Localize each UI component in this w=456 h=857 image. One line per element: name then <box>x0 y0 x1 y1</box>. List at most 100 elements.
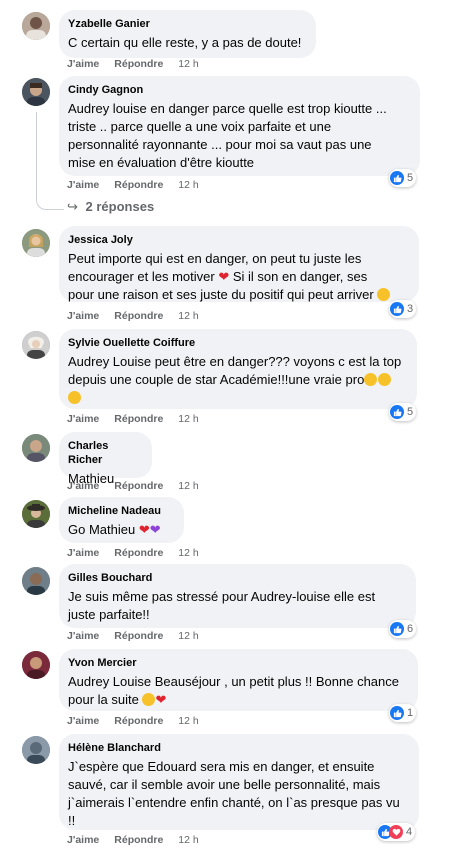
reply-link[interactable]: Répondre <box>114 714 163 728</box>
like-reaction-icon <box>390 706 404 720</box>
comment-timestamp[interactable]: 12 h <box>178 546 198 560</box>
comment-text: C certain qu elle reste, y a pas de dout… <box>68 35 302 50</box>
reply-arrow-icon: ↪ <box>67 199 78 214</box>
comment-text: Peut importe qui est en danger, on peut … <box>68 250 410 304</box>
replies-count-label: 2 réponses <box>85 199 155 214</box>
comment-bubble: Sylvie Ouellette Coiffure Audrey Louise … <box>59 329 417 409</box>
red-heart-emoji: ❤ <box>155 692 167 707</box>
comment-actions: J'aime Répondre 12 h <box>67 412 199 426</box>
star-struck-emoji <box>377 288 391 301</box>
comment-actions: J'aime Répondre 12 h <box>67 309 199 323</box>
reply-link[interactable]: Répondre <box>114 479 163 493</box>
reply-link[interactable]: Répondre <box>114 546 163 560</box>
reply-link[interactable]: Répondre <box>114 178 163 192</box>
comment-author[interactable]: Yzabelle Ganier <box>68 17 307 31</box>
comment-text: Audrey Louise peut être en danger??? voy… <box>68 353 408 407</box>
star-struck-emoji <box>378 373 392 386</box>
avatar[interactable] <box>22 736 50 764</box>
comment-text: J`espère que Edouard sera mis en danger,… <box>68 759 400 828</box>
wink-emoji <box>142 693 156 706</box>
reaction-count: 5 <box>407 172 414 184</box>
reaction-summary[interactable]: 4 <box>377 823 416 841</box>
reaction-summary[interactable]: 3 <box>389 300 417 318</box>
comment-author[interactable]: Sylvie Ouellette Coiffure <box>68 336 408 350</box>
like-reaction-icon <box>390 622 404 636</box>
reply-link[interactable]: Répondre <box>114 629 163 643</box>
comment-timestamp[interactable]: 12 h <box>178 714 198 728</box>
avatar[interactable] <box>22 567 50 595</box>
red-heart-emoji: ❤ <box>138 522 150 537</box>
comment-text: Audrey Louise Beauséjour , un petit plus… <box>68 674 399 707</box>
comment-actions: J'aime Répondre 12 h <box>67 57 199 71</box>
love-reaction-icon <box>389 825 403 839</box>
avatar[interactable] <box>22 331 50 359</box>
comment-bubble: Gilles Bouchard Je suis même pas stressé… <box>59 564 416 628</box>
comment-actions: J'aime Répondre 12 h <box>67 833 199 847</box>
comment-bubble: Yzabelle Ganier C certain qu elle reste,… <box>59 10 316 58</box>
comment-timestamp[interactable]: 12 h <box>178 57 198 71</box>
like-reaction-icon <box>390 405 404 419</box>
comment-timestamp[interactable]: 12 h <box>178 178 198 192</box>
avatar[interactable] <box>22 78 50 106</box>
comment-timestamp[interactable]: 12 h <box>178 629 198 643</box>
comment-bubble: Jessica Joly Peut importe qui est en dan… <box>59 226 419 302</box>
comment-bubble: Cindy Gagnon Audrey louise en danger par… <box>59 76 420 176</box>
reply-link[interactable]: Répondre <box>114 833 163 847</box>
comment-bubble: Hélène Blanchard J`espère que Edouard se… <box>59 734 419 830</box>
like-link[interactable]: J'aime <box>67 629 99 643</box>
comment-bubble: Yvon Mercier Audrey Louise Beauséjour , … <box>59 649 418 711</box>
like-link[interactable]: J'aime <box>67 412 99 426</box>
comment-bubble: Charles Richer Mathieu <box>59 432 152 486</box>
reaction-summary[interactable]: 1 <box>389 704 417 722</box>
avatar[interactable] <box>22 500 50 528</box>
avatar[interactable] <box>22 434 50 462</box>
avatar[interactable] <box>22 12 50 40</box>
comment-timestamp[interactable]: 12 h <box>178 833 198 847</box>
reply-link[interactable]: Répondre <box>114 412 163 426</box>
comment-actions: J'aime Répondre 12 h <box>67 714 199 728</box>
like-reaction-icon <box>390 171 404 185</box>
reaction-count: 1 <box>407 707 414 719</box>
reaction-summary[interactable]: 5 <box>389 169 417 187</box>
avatar[interactable] <box>22 651 50 679</box>
like-reaction-icon <box>390 302 404 316</box>
purple-heart-emoji: ❤ <box>149 522 161 537</box>
comment-author[interactable]: Hélène Blanchard <box>68 741 410 755</box>
comment-author[interactable]: Charles Richer <box>68 439 143 467</box>
comment-text: Je suis même pas stressé pour Audrey-lou… <box>68 589 376 622</box>
comment-author[interactable]: Yvon Mercier <box>68 656 409 670</box>
comment-actions: J'aime Répondre 12 h <box>67 479 199 493</box>
reaction-count: 6 <box>407 623 414 635</box>
like-link[interactable]: J'aime <box>67 479 99 493</box>
comment-timestamp[interactable]: 12 h <box>178 412 198 426</box>
like-link[interactable]: J'aime <box>67 309 99 323</box>
like-link[interactable]: J'aime <box>67 546 99 560</box>
view-replies-button[interactable]: ↪ 2 réponses <box>67 199 154 215</box>
comment-author[interactable]: Cindy Gagnon <box>68 83 411 97</box>
comment-actions: J'aime Répondre 12 h <box>67 178 199 192</box>
star-struck-emoji <box>68 391 81 404</box>
reply-link[interactable]: Répondre <box>114 309 163 323</box>
comment-text: Go Mathieu ❤❤ <box>68 522 161 537</box>
comment-actions: J'aime Répondre 12 h <box>67 629 199 643</box>
comment-author[interactable]: Jessica Joly <box>68 233 410 247</box>
reaction-count: 3 <box>407 303 414 315</box>
reaction-count: 5 <box>407 406 414 418</box>
reaction-summary[interactable]: 5 <box>389 403 417 421</box>
comment-author[interactable]: Micheline Nadeau <box>68 504 175 518</box>
comment-timestamp[interactable]: 12 h <box>178 309 198 323</box>
like-link[interactable]: J'aime <box>67 833 99 847</box>
comment-author[interactable]: Gilles Bouchard <box>68 571 407 585</box>
reply-link[interactable]: Répondre <box>114 57 163 71</box>
heart-emoji: ❤ <box>218 269 230 284</box>
comment-timestamp[interactable]: 12 h <box>178 479 198 493</box>
avatar[interactable] <box>22 229 50 257</box>
star-struck-emoji <box>364 373 378 386</box>
comment-actions: J'aime Répondre 12 h <box>67 546 199 560</box>
comment-bubble: Micheline Nadeau Go Mathieu ❤❤ <box>59 497 184 543</box>
like-link[interactable]: J'aime <box>67 178 99 192</box>
reaction-summary[interactable]: 6 <box>389 620 417 638</box>
like-link[interactable]: J'aime <box>67 714 99 728</box>
comment-text: Audrey louise en danger parce quelle est… <box>68 101 387 170</box>
like-link[interactable]: J'aime <box>67 57 99 71</box>
